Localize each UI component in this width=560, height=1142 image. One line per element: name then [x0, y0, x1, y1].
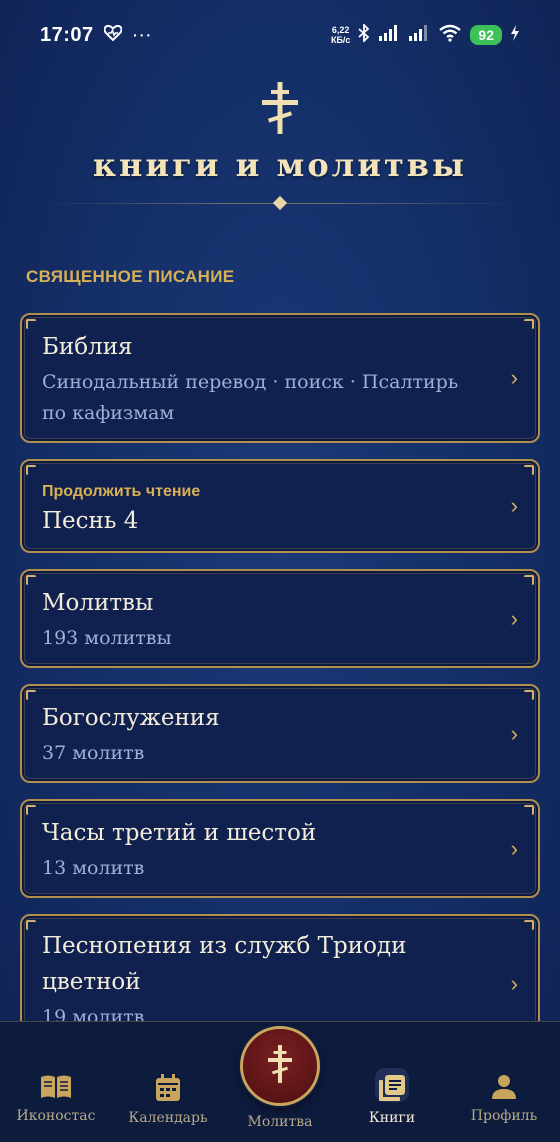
card-title: Песнопения из служб Триоди цветной [42, 933, 407, 995]
card-hours[interactable]: Часы третий и шестой 13 молитв › [20, 799, 540, 898]
status-bar: 17:07 ··· 6,22 КБ/с 92 [0, 0, 560, 70]
signal-icon [408, 24, 430, 46]
library-icon [337, 1074, 447, 1102]
nav-calendar[interactable]: Календарь [113, 1074, 223, 1126]
page-header: книги и молитвы [0, 80, 560, 184]
person-icon [449, 1074, 559, 1100]
header-divider [40, 195, 520, 211]
card-kicker: Продолжить чтение [42, 483, 201, 500]
nav-label: Книги [368, 1110, 416, 1126]
heart-rate-icon [103, 24, 123, 47]
card-title: Молитвы [42, 590, 154, 616]
section-title: СВЯЩЕННОЕ ПИСАНИЕ [26, 267, 235, 286]
card-services[interactable]: Богослужения 37 молитв › [20, 684, 540, 783]
page-title: книги и молитвы [92, 146, 468, 184]
diamond-ornament [272, 195, 288, 211]
wifi-icon [438, 24, 462, 47]
bluetooth-icon [358, 22, 370, 47]
bottom-navigation: Иконостас Календарь Молитва Книги Профил… [0, 1021, 560, 1142]
calendar-icon [113, 1074, 223, 1102]
nav-label: Иконостас [16, 1108, 96, 1124]
orthodox-cross-icon [265, 1044, 295, 1089]
signal-icon [378, 24, 400, 46]
chevron-right-icon: › [510, 493, 518, 518]
network-speed: 6,22 КБ/с [331, 25, 350, 45]
chevron-right-icon: › [510, 605, 518, 631]
card-title: Песнь 4 [42, 508, 139, 534]
chevron-right-icon: › [510, 835, 518, 861]
card-list[interactable]: Библия Синодальный перевод · поиск · Пса… [20, 313, 540, 1021]
nav-prayer-label[interactable]: Молитва [220, 1114, 340, 1130]
card-title: Библия [42, 334, 133, 360]
card-subtitle: 19 молитв [42, 1006, 145, 1021]
status-left: 17:07 ··· [40, 24, 152, 47]
battery-indicator: 92 [470, 25, 502, 45]
card-title: Часы третий и шестой [42, 820, 317, 846]
status-time: 17:07 [40, 23, 94, 46]
chevron-right-icon: › [510, 365, 518, 390]
book-icon [1, 1074, 111, 1100]
card-subtitle: 193 молитвы [42, 627, 172, 649]
network-speed-value: 6,22 [331, 25, 350, 35]
nav-label: Календарь [128, 1110, 208, 1126]
card-subtitle: 37 молитв [42, 742, 145, 764]
prayer-button[interactable] [240, 1026, 320, 1106]
more-icon: ··· [131, 23, 152, 46]
nav-books[interactable]: Книги [337, 1074, 447, 1126]
card-bible[interactable]: Библия Синодальный перевод · поиск · Пса… [20, 313, 540, 443]
card-triodion-hymns[interactable]: Песнопения из служб Триоди цветной 19 мо… [20, 914, 540, 1021]
nav-iconostas[interactable]: Иконостас [1, 1074, 111, 1124]
card-prayers[interactable]: Молитвы 193 молитвы › [20, 569, 540, 668]
card-subtitle: 13 молитв [42, 857, 145, 879]
chevron-right-icon: › [510, 971, 518, 996]
card-continue-reading[interactable]: Продолжить чтение Песнь 4 › [20, 459, 540, 553]
status-right: 6,22 КБ/с 92 [331, 22, 520, 47]
chevron-right-icon: › [510, 720, 518, 746]
nav-label: Профиль [470, 1108, 538, 1124]
network-speed-unit: КБ/с [330, 35, 351, 45]
card-title: Богослужения [42, 705, 220, 731]
card-subtitle: Синодальный перевод · поиск · Псалтирь п… [42, 371, 459, 424]
nav-profile[interactable]: Профиль [449, 1074, 559, 1124]
charging-icon [510, 24, 520, 46]
orthodox-cross-icon [0, 80, 560, 136]
